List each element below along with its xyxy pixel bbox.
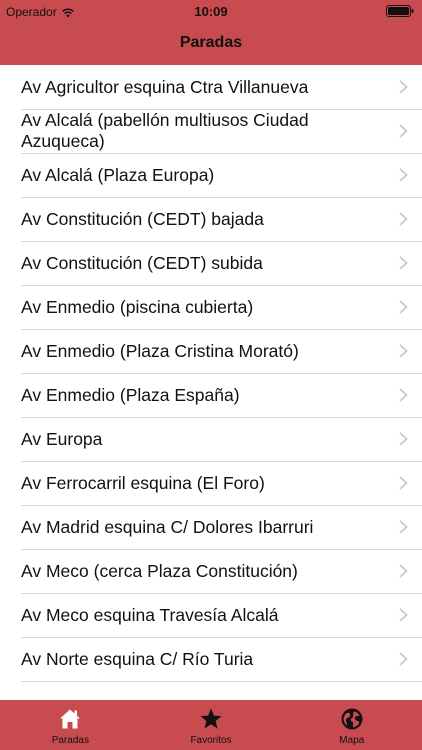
tab-paradas[interactable]: Paradas [0, 700, 141, 750]
chevron-right-icon [399, 168, 408, 182]
chevron-right-icon [399, 388, 408, 402]
stop-name: Av Agricultor esquina Ctra Villanueva [21, 76, 309, 97]
chevron-right-icon [399, 520, 408, 534]
stop-row[interactable]: Av Agricultor esquina Ctra Villanueva [0, 65, 422, 110]
chevron-right-icon [399, 212, 408, 226]
stop-name: Av Constitución (CEDT) bajada [21, 208, 264, 229]
stop-row[interactable]: Av Alcalá (pabellón multiusos Ciudad Azu… [0, 109, 422, 154]
tab-favoritos[interactable]: Favoritos [141, 700, 282, 750]
stop-name: Av Europa [21, 428, 103, 449]
stop-row[interactable]: Av Constitución (CEDT) bajada [0, 197, 422, 242]
page-title: Paradas [179, 34, 243, 51]
home-icon [60, 709, 81, 729]
tab-mapa-label: Mapa [339, 735, 365, 746]
row-divider [21, 681, 422, 682]
stop-name: Av Enmedio (Plaza España) [21, 384, 240, 405]
stop-row[interactable]: Av Alcalá (Plaza Europa) [0, 153, 422, 198]
stop-name: Av Norte esquina C/ Río Turia [21, 648, 254, 669]
stop-name: Av Ferrocarril esquina (El Foro) [21, 472, 265, 493]
tab-bar: Paradas Favoritos Mapa [0, 700, 422, 750]
stop-name: Av Alcalá (pabellón multiusos Ciudad Azu… [21, 110, 309, 151]
stop-name: Av Madrid esquina C/ Dolores Ibarruri [21, 516, 314, 537]
status-bar: Operador 10:09 [0, 0, 422, 22]
stop-row[interactable]: Av Madrid esquina C/ Dolores Ibarruri [0, 505, 422, 550]
chevron-right-icon [399, 476, 408, 490]
stop-row[interactable]: Av Norte esquina C/ Río Turia [0, 637, 422, 682]
chevron-right-icon [399, 652, 408, 666]
stop-row[interactable]: Av Ferrocarril esquina (El Foro) [0, 461, 422, 506]
chevron-right-icon [399, 124, 408, 138]
header: Operador 10:09 Paradas [0, 0, 422, 65]
stop-name: Av Meco esquina Travesía Alcalá [21, 604, 279, 625]
clock: 10:09 [194, 4, 228, 19]
stop-row[interactable]: Av Constitución (CEDT) subida [0, 241, 422, 286]
tab-mapa[interactable]: Mapa [281, 700, 422, 750]
stop-name: Av Constitución (CEDT) subida [21, 252, 263, 273]
stop-name: Av Alcalá (Plaza Europa) [21, 164, 215, 185]
stop-row[interactable]: Av Enmedio (Plaza España) [0, 373, 422, 418]
stop-row[interactable]: Av Meco (cerca Plaza Constitución) [0, 549, 422, 594]
chevron-right-icon [399, 608, 408, 622]
battery-icon [386, 5, 414, 17]
chevron-right-icon [399, 256, 408, 270]
chevron-right-icon [399, 432, 408, 446]
app-screen: Operador 10:09 Paradas Av Agricultor esq… [0, 0, 422, 750]
stop-name: Av Meco (cerca Plaza Constitución) [21, 560, 298, 581]
chevron-right-icon [399, 344, 408, 358]
chevron-right-icon [399, 564, 408, 578]
stop-row[interactable]: Av Enmedio (Plaza Cristina Morató) [0, 329, 422, 374]
stops-list[interactable]: Av Agricultor esquina Ctra Villanueva Av … [0, 65, 422, 700]
chevron-right-icon [399, 300, 408, 314]
stop-row[interactable]: Av Europa [0, 417, 422, 462]
star-icon [200, 708, 222, 729]
globe-icon [341, 708, 363, 730]
stop-name: Av Enmedio (piscina cubierta) [21, 296, 254, 317]
tab-favoritos-label: Favoritos [190, 735, 232, 746]
stop-row[interactable]: Av Meco esquina Travesía Alcalá [0, 593, 422, 638]
stop-name: Av Enmedio (Plaza Cristina Morató) [21, 340, 299, 361]
tab-paradas-label: Paradas [51, 735, 89, 746]
stop-row[interactable]: Av Enmedio (piscina cubierta) [0, 285, 422, 330]
chevron-right-icon [399, 80, 408, 94]
